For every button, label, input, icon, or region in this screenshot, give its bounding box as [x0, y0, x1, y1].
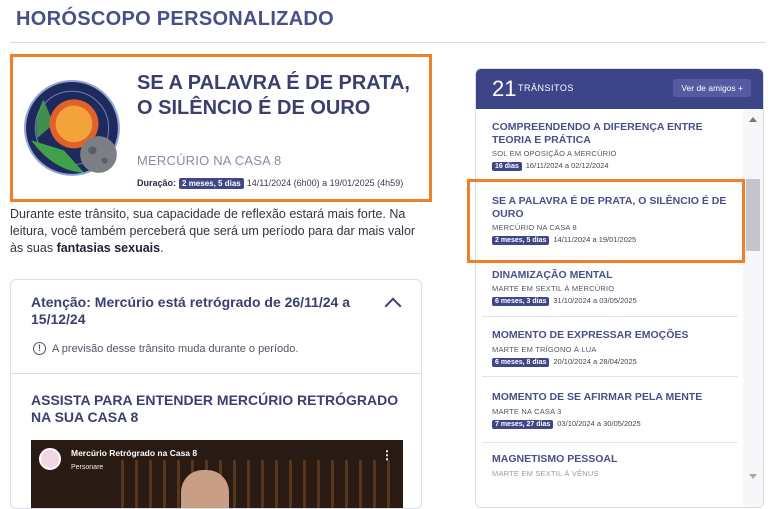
page-title: HORÓSCOPO PERSONALIZADO [16, 8, 335, 30]
duration-dates: 14/11/2024 (6h00) a 19/01/2025 (4h59) [246, 178, 404, 188]
transit-description: Durante este trânsito, sua capacidade de… [10, 207, 416, 255]
transit-subtitle: MERCÚRIO NA CASA 8 [137, 153, 282, 168]
notice-divider [11, 373, 421, 374]
scroll-up-icon[interactable] [749, 117, 757, 122]
transit-item-title: COMPREENDENDO A DIFERENÇA ENTRE TEORIA E… [492, 121, 703, 146]
selected-transit-highlight [467, 179, 745, 263]
notice-info-text: A previsão desse trânsito muda durante o… [52, 342, 299, 355]
transit-item-title: MOMENTO DE EXPRESSAR EMOÇÕES [492, 329, 689, 341]
more-options-icon[interactable]: ⋮ [381, 448, 393, 462]
duration-badge: 2 meses, 5 dias [179, 178, 244, 189]
transit-item-dates: 16 dias 16/11/2024 a 02/12/2024 [492, 161, 609, 171]
transits-panel: 21 TRÂNSITOS Ver de amigos + COMPREENDEN… [475, 68, 764, 508]
title-divider [10, 42, 766, 43]
transit-list-item[interactable]: MAGNETISMO PESSOAL MARTE EM SEXTIL À VÊN… [482, 443, 738, 507]
transits-header: 21 TRÂNSITOS Ver de amigos + [476, 69, 763, 109]
scrollbar-thumb[interactable] [746, 179, 760, 251]
video-title[interactable]: Mercúrio Retrógrado na Casa 8 [71, 448, 197, 458]
transit-item-dates: 7 meses, 27 dias 03/10/2024 a 30/05/2025 [492, 419, 641, 429]
video-section-title: ASSISTA PARA ENTENDER MERCÚRIO RETRÓGRAD… [31, 392, 399, 425]
duration-badge: 16 dias [492, 162, 522, 171]
transit-title: SE A PALAVRA É DE PRATA, O SILÊNCIO É DE… [137, 72, 410, 119]
transit-duration: Duração: 2 meses, 5 dias 14/11/2024 (6h00)… [137, 178, 403, 189]
transit-list-item[interactable]: MOMENTO DE EXPRESSAR EMOÇÕES MARTE EM TR… [482, 317, 738, 377]
scroll-down-icon[interactable] [749, 474, 757, 479]
video-thumbnail-person [181, 470, 229, 508]
retrograde-notice-title: Atenção: Mercúrio está retrógrado de 26/… [31, 294, 351, 327]
video-channel: Personare [71, 464, 104, 471]
info-icon: ! [33, 342, 46, 355]
chevron-up-icon[interactable] [384, 297, 402, 315]
notice-info: ! A previsão desse trânsito muda durante… [33, 342, 298, 355]
duration-badge: 7 meses, 27 dias [492, 420, 554, 429]
transits-count: 21 [492, 76, 517, 101]
transit-item-title: DINAMIZAÇÃO MENTAL [492, 269, 613, 281]
transit-item-subtitle: MARTE EM SEXTIL À VÊNUS [492, 469, 599, 478]
transits-scrollbar[interactable] [743, 109, 763, 507]
transit-hero-card: SE A PALAVRA É DE PRATA, O SILÊNCIO É DE… [10, 54, 432, 202]
zodiac-planet-illustration [24, 80, 120, 176]
transit-item-dates: 6 meses, 8 dias 20/10/2024 a 28/04/2025 [492, 357, 637, 367]
transit-item-title: MOMENTO DE SE AFIRMAR PELA MENTE [492, 391, 703, 403]
duration-label: Duração: [137, 178, 177, 188]
transit-item-subtitle: MARTE EM SEXTIL À MERCÚRIO [492, 284, 615, 293]
transit-list-item[interactable]: DINAMIZAÇÃO MENTAL MARTE EM SEXTIL À MER… [482, 261, 738, 317]
transit-item-dates: 6 meses, 3 dias 31/10/2024 a 03/05/2025 [492, 296, 637, 306]
channel-avatar[interactable] [39, 448, 61, 470]
transit-list-item[interactable]: COMPREENDENDO A DIFERENÇA ENTRE TEORIA E… [482, 113, 738, 181]
retrograde-notice-card: Atenção: Mercúrio está retrógrado de 26/… [10, 279, 422, 509]
transit-item-subtitle: MARTE NA CASA 3 [492, 407, 562, 416]
video-player[interactable]: Mercúrio Retrógrado na Casa 8 Personare … [31, 440, 403, 508]
transit-item-title: MAGNETISMO PESSOAL [492, 453, 618, 465]
view-friends-button[interactable]: Ver de amigos + [673, 79, 751, 97]
transit-list-item[interactable]: MOMENTO DE SE AFIRMAR PELA MENTE MARTE N… [482, 377, 738, 443]
duration-badge: 6 meses, 8 dias [492, 358, 550, 367]
duration-badge: 6 meses, 3 dias [492, 297, 550, 306]
description-highlight: fantasias sexuais [56, 241, 161, 255]
transits-label: TRÂNSITOS [518, 83, 574, 93]
transit-item-subtitle: SOL EM OPOSIÇÃO A MERCÚRIO [492, 149, 617, 158]
transit-item-subtitle: MARTE EM TRÍGONO À LUA [492, 345, 597, 354]
